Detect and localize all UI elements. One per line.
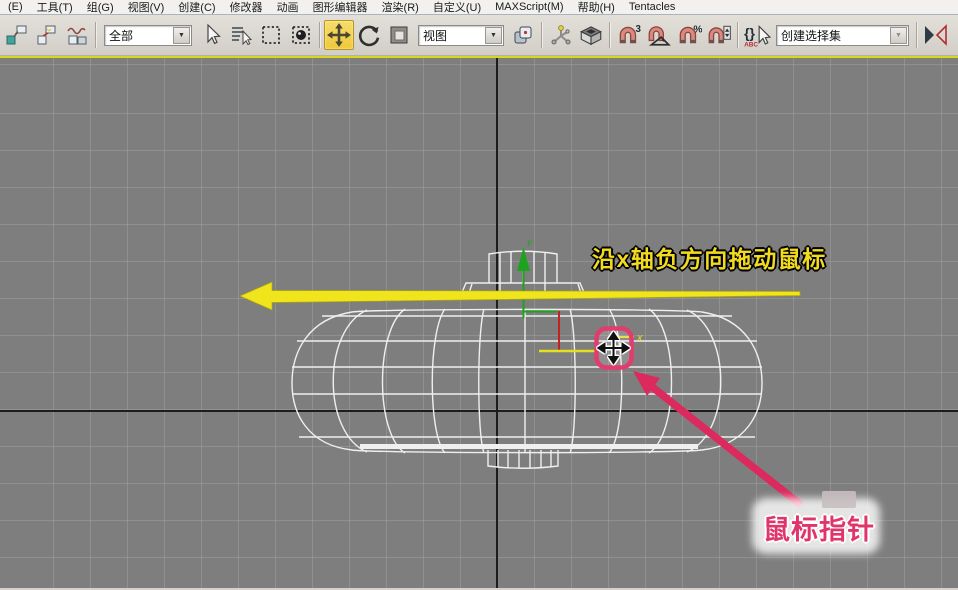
keyboard-override-toggle[interactable] [576, 20, 606, 50]
svg-text:ABC: ABC [744, 41, 758, 48]
cursor-label-text: 鼠标指针 [763, 508, 875, 547]
menu-item-edit[interactable]: (E) [1, 1, 30, 13]
menu-item-rendering[interactable]: 渲染(R) [375, 0, 426, 15]
mirror-button[interactable] [921, 20, 951, 50]
pointer-annotation-arrow [633, 371, 801, 505]
gizmo-x-label: x [636, 332, 643, 344]
spinner-snap-button[interactable] [704, 20, 734, 50]
angle-snap-magnet-icon [646, 22, 672, 48]
menu-item-modifiers[interactable]: 修改器 [223, 0, 270, 15]
manipulate-icon [549, 23, 573, 47]
menu-item-maxscript[interactable]: MAXScript(M) [488, 1, 570, 13]
front-viewport[interactable]: y x [0, 56, 958, 588]
selection-region-button[interactable] [256, 20, 286, 50]
select-by-name-button[interactable] [226, 20, 256, 50]
named-selection-sets-icon: {} ABC [743, 22, 771, 48]
toolbar-separator [737, 22, 739, 48]
gray-smudge [822, 491, 856, 508]
menu-item-graph-editors[interactable]: 图形编辑器 [306, 0, 375, 15]
menu-item-tentacles[interactable]: Tentacles [622, 1, 682, 13]
snap-toggle-3d-button[interactable]: 3 [614, 20, 644, 50]
snap-3d-magnet-icon: 3 [616, 22, 642, 48]
selection-filter-dropdown[interactable]: 全部 ▼ [104, 25, 192, 46]
select-object-button[interactable] [196, 20, 226, 50]
toolbar-separator [541, 22, 543, 48]
named-selection-dropdown[interactable]: 创建选择集 ▼ [776, 25, 909, 46]
mirror-icon [924, 23, 948, 47]
gizmo-y-label: y [526, 237, 533, 248]
toolbar-separator [95, 22, 97, 48]
select-and-rotate-button[interactable] [354, 20, 384, 50]
percent-snap-magnet-icon: % [676, 22, 702, 48]
select-and-scale-button[interactable] [384, 20, 414, 50]
chevron-down-icon[interactable]: ▼ [890, 27, 907, 44]
angle-snap-button[interactable] [644, 20, 674, 50]
window-crossing-icon [289, 23, 313, 47]
select-and-link-button[interactable] [2, 20, 32, 50]
menu-item-customize[interactable]: 自定义(U) [426, 0, 488, 15]
move-icon [326, 22, 352, 48]
select-arrow-icon [199, 23, 223, 47]
svg-text:%: % [693, 24, 702, 35]
select-and-move-button[interactable] [324, 20, 354, 50]
select-and-manipulate-button[interactable] [546, 20, 576, 50]
menu-item-group[interactable]: 组(G) [80, 0, 121, 15]
unlink-icon [35, 23, 59, 47]
menu-item-help[interactable]: 帮助(H) [571, 0, 622, 15]
wheel-wireframe[interactable] [292, 251, 762, 468]
window-crossing-toggle[interactable] [286, 20, 316, 50]
chevron-down-icon[interactable]: ▼ [173, 27, 190, 44]
menu-item-tools[interactable]: 工具(T) [30, 0, 80, 15]
main-toolbar: 全部 ▼ [0, 15, 958, 56]
pivot-center-icon [511, 23, 535, 47]
unlink-selection-button[interactable] [32, 20, 62, 50]
keyboard-box-icon [578, 22, 604, 48]
select-and-link-icon [5, 23, 29, 47]
rectangular-region-icon [259, 23, 283, 47]
3dsmax-window: (E) 工具(T) 组(G) 视图(V) 创建(C) 修改器 动画 图形编辑器 … [0, 0, 958, 590]
named-selection-sets-button[interactable]: {} ABC [742, 20, 772, 50]
spinner-snap-magnet-icon [706, 22, 732, 48]
menu-item-create[interactable]: 创建(C) [171, 0, 222, 15]
menu-item-views[interactable]: 视图(V) [121, 0, 172, 15]
reference-coordinate-value: 视图 [419, 27, 485, 44]
drag-instruction-text: 沿x轴负方向拖动鼠标 [592, 240, 827, 274]
bind-to-spacewarp-icon [65, 23, 89, 47]
toolbar-separator [609, 22, 611, 48]
menu-item-animation[interactable]: 动画 [270, 0, 306, 15]
named-selection-value: 创建选择集 [777, 27, 890, 44]
menu-bar: (E) 工具(T) 组(G) 视图(V) 创建(C) 修改器 动画 图形编辑器 … [0, 0, 958, 15]
svg-text:{}: {} [744, 25, 755, 41]
bind-to-spacewarp-button[interactable] [62, 20, 92, 50]
selection-filter-value: 全部 [105, 27, 173, 44]
toolbar-separator [916, 22, 918, 48]
chevron-down-icon[interactable]: ▼ [485, 27, 502, 44]
toolbar-separator [319, 22, 321, 48]
use-pivot-center-button[interactable] [508, 20, 538, 50]
scale-icon [387, 23, 411, 47]
drag-direction-arrow [240, 282, 800, 310]
reference-coordinate-dropdown[interactable]: 视图 ▼ [418, 25, 504, 46]
select-by-name-icon [229, 23, 253, 47]
svg-text:3: 3 [636, 24, 642, 35]
percent-snap-button[interactable]: % [674, 20, 704, 50]
rotate-icon [356, 22, 382, 48]
